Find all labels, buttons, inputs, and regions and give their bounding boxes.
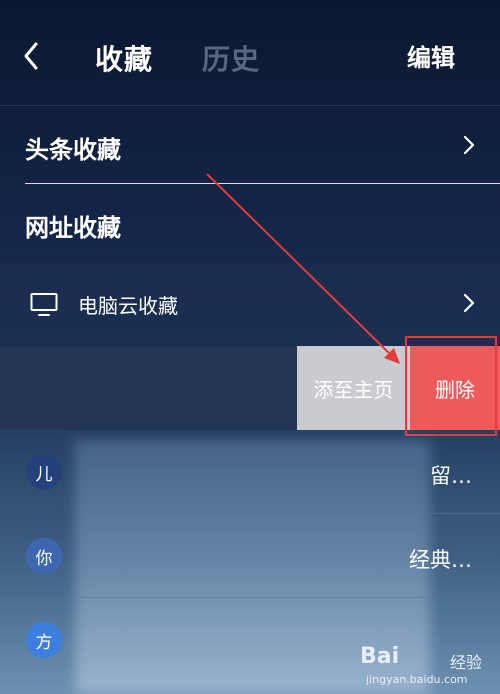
chevron-right-icon xyxy=(462,134,476,156)
pc-cloud-favorites-row[interactable]: 电脑云收藏 xyxy=(0,262,500,344)
list-item[interactable]: 你 经典… xyxy=(0,514,500,598)
watermark: Bai 经验 jingyan.baidu.com xyxy=(360,644,490,688)
chevron-right-icon xyxy=(462,292,476,314)
tab-history[interactable]: 历史 xyxy=(202,38,260,78)
url-favorites-label: 网址收藏 xyxy=(25,214,121,242)
annotation-box xyxy=(405,336,497,436)
avatar: 方 xyxy=(26,622,62,658)
watermark-brand-tail: 经验 xyxy=(450,653,483,672)
watermark-brand: Bai xyxy=(360,644,400,669)
bookmark-title: 经典… xyxy=(409,548,472,572)
pc-cloud-favorites-label: 电脑云收藏 xyxy=(78,294,178,318)
bookmark-title: 留… xyxy=(430,464,472,488)
avatar: 儿 xyxy=(26,454,62,490)
screen: 收藏 历史 编辑 头条收藏 网址收藏 电脑云收藏 添至主页 删除 儿 留… 你 … xyxy=(0,0,500,694)
list-item[interactable]: 儿 留… xyxy=(0,430,500,514)
url-favorites-header: 网址收藏 xyxy=(0,184,500,260)
add-to-home-button[interactable]: 添至主页 xyxy=(297,346,410,430)
edit-button[interactable]: 编辑 xyxy=(407,38,455,73)
back-icon[interactable] xyxy=(18,34,48,78)
headline-favorites-row[interactable]: 头条收藏 xyxy=(0,106,500,183)
monitor-icon xyxy=(30,292,58,318)
headline-favorites-label: 头条收藏 xyxy=(25,136,121,164)
top-bar: 收藏 历史 编辑 xyxy=(0,0,500,105)
avatar: 你 xyxy=(26,538,62,574)
watermark-url: jingyan.baidu.com xyxy=(366,673,468,686)
tab-favorites[interactable]: 收藏 xyxy=(95,38,153,78)
